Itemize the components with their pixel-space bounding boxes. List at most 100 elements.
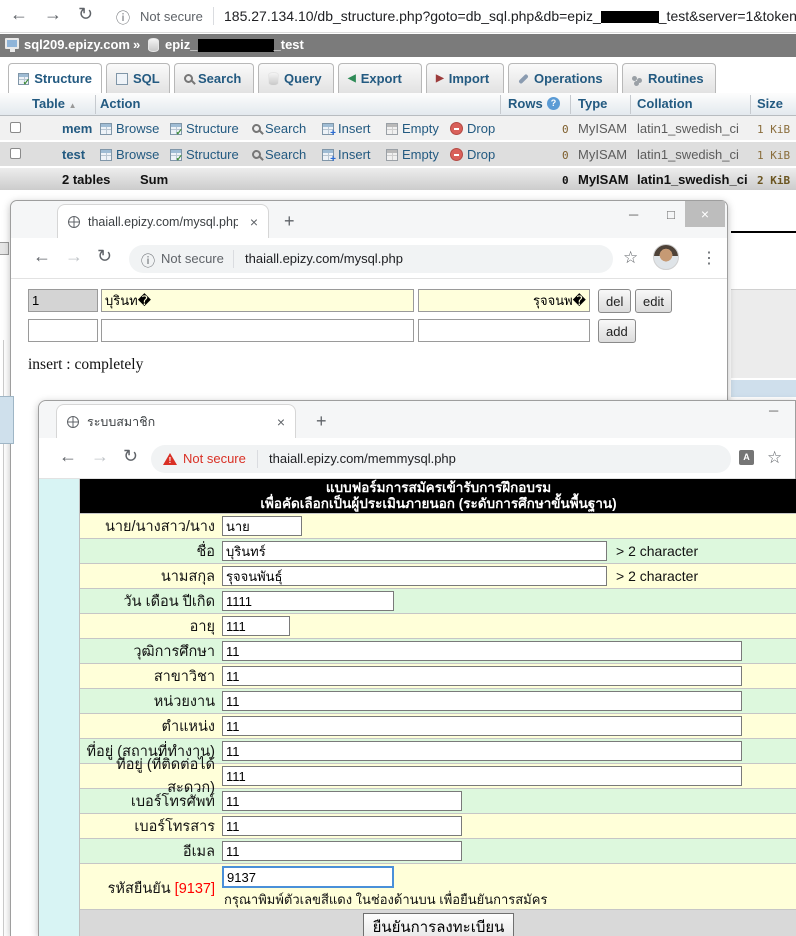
tab-export[interactable]: ◀Export [338, 63, 422, 93]
header-collation[interactable]: Collation [637, 96, 693, 111]
title-field[interactable] [222, 516, 302, 536]
structure-link[interactable]: Structure [170, 121, 239, 136]
browser-tab[interactable]: thaiall.epizy.com/mysql.php × [57, 204, 269, 238]
back-icon[interactable]: ← [33, 246, 51, 267]
fax-field[interactable] [222, 816, 462, 836]
record-surname-field[interactable] [418, 289, 590, 312]
drop-link[interactable]: Drop [450, 121, 495, 136]
url-text[interactable]: thaiall.epizy.com/memmysql.php [269, 451, 456, 466]
collation[interactable]: latin1_swedish_ci [637, 147, 739, 162]
table-size: 1 KiB [757, 149, 790, 162]
window-close-button[interactable]: × [685, 201, 725, 227]
menu-dots-icon[interactable]: ⋮ [701, 248, 717, 268]
header-size[interactable]: Size [757, 96, 783, 111]
url-text[interactable]: 185.27.134.10/db_structure.php?goto=db_s… [224, 8, 796, 24]
translate-icon[interactable]: A [739, 450, 754, 465]
tab-strip: thaiall.epizy.com/mysql.php × + ─ □ × [11, 201, 727, 238]
not-secure-label[interactable]: Not secure [161, 251, 224, 266]
tab-query[interactable]: Query [258, 63, 334, 93]
record-name-field[interactable] [101, 289, 414, 312]
reload-icon[interactable]: ↻ [123, 446, 138, 467]
new-name-field[interactable] [101, 319, 414, 342]
forward-icon[interactable]: → [65, 246, 83, 267]
browser-tab[interactable]: ระบบสมาชิก × [56, 404, 296, 438]
tab-close-icon[interactable]: × [250, 214, 258, 230]
table-name-link[interactable]: mem [62, 121, 92, 136]
tab-close-icon[interactable]: × [277, 414, 285, 430]
url-text[interactable]: thaiall.epizy.com/mysql.php [245, 251, 403, 266]
tab-sql[interactable]: SQL [106, 63, 170, 93]
organization-field[interactable] [222, 691, 742, 711]
header-table[interactable]: Table ▲ [32, 96, 77, 111]
major-field[interactable] [222, 666, 742, 686]
help-icon[interactable]: ? [547, 97, 560, 110]
profile-avatar[interactable] [653, 244, 679, 270]
empty-link[interactable]: Empty [386, 147, 439, 162]
contact-address-field[interactable] [222, 766, 742, 786]
drop-link[interactable]: Drop [450, 147, 495, 162]
minimize-button[interactable]: ─ [629, 207, 638, 222]
tab-search[interactable]: Search [174, 63, 254, 93]
insert-link[interactable]: Insert [322, 147, 371, 162]
reload-icon[interactable]: ↻ [97, 246, 112, 267]
header-type[interactable]: Type [578, 96, 607, 111]
edit-button[interactable]: edit [635, 289, 672, 313]
column-divider [630, 95, 631, 114]
birthdate-field[interactable] [222, 591, 394, 611]
add-button[interactable]: add [598, 319, 636, 343]
row-checkbox[interactable] [10, 122, 21, 133]
age-field[interactable] [222, 616, 290, 636]
verify-code-field[interactable] [222, 866, 394, 888]
table-row: mem Browse Structure Search Insert Empty… [0, 116, 796, 141]
not-secure-label[interactable]: Not secure [183, 451, 246, 466]
url-pill[interactable]: ⓘ Not secure thaiall.epizy.com/mysql.php [129, 245, 613, 273]
minimize-button[interactable]: ─ [769, 403, 778, 418]
new-tab-button[interactable]: + [284, 211, 295, 232]
forward-icon[interactable]: → [44, 4, 62, 25]
delete-button[interactable]: del [598, 289, 631, 313]
breadcrumb-server[interactable]: sql209.epizy.com [24, 37, 130, 52]
back-icon[interactable]: ← [59, 446, 77, 467]
submit-button[interactable]: ยืนยันการลงทะเบียน [363, 913, 515, 936]
url-pill[interactable]: ! Not secure thaiall.epizy.com/memmysql.… [151, 445, 731, 473]
back-icon[interactable]: ← [10, 4, 28, 25]
phone-field[interactable] [222, 791, 462, 811]
browse-link[interactable]: Browse [100, 121, 159, 136]
info-icon[interactable]: ⓘ [116, 8, 130, 28]
tab-import[interactable]: ▶Import [426, 63, 504, 93]
education-field[interactable] [222, 641, 742, 661]
reload-icon[interactable]: ↻ [78, 4, 93, 25]
new-id-field[interactable] [28, 319, 98, 342]
verify-label-text: รหัสยืนยัน [108, 881, 171, 897]
new-surname-field[interactable] [418, 319, 590, 342]
bookmark-star-icon[interactable]: ☆ [767, 448, 782, 468]
breadcrumb-database[interactable]: epiz__test [165, 37, 304, 52]
structure-link[interactable]: Structure [170, 147, 239, 162]
tab-routines[interactable]: Routines [622, 63, 716, 93]
position-field[interactable] [222, 716, 742, 736]
globe-icon [67, 416, 79, 428]
record-id-field[interactable] [28, 289, 98, 312]
search-link[interactable]: Search [252, 147, 306, 162]
last-name-field[interactable] [222, 566, 607, 586]
tab-structure[interactable]: Structure [8, 63, 102, 93]
info-icon[interactable]: ⓘ [141, 251, 155, 271]
new-tab-button[interactable]: + [316, 411, 327, 432]
print-view-icon[interactable] [0, 242, 9, 255]
tab-operations[interactable]: Operations [508, 63, 618, 93]
table-name-link[interactable]: test [62, 147, 85, 162]
maximize-button[interactable]: □ [667, 207, 675, 222]
collation[interactable]: latin1_swedish_ci [637, 121, 739, 136]
header-rows[interactable]: Rows [508, 96, 543, 111]
work-address-field[interactable] [222, 741, 742, 761]
not-secure-label[interactable]: Not secure [140, 9, 203, 24]
first-name-field[interactable] [222, 541, 607, 561]
row-checkbox[interactable] [10, 148, 21, 159]
search-link[interactable]: Search [252, 121, 306, 136]
empty-link[interactable]: Empty [386, 121, 439, 136]
bookmark-star-icon[interactable]: ☆ [623, 248, 638, 268]
insert-link[interactable]: Insert [322, 121, 371, 136]
browse-link[interactable]: Browse [100, 147, 159, 162]
forward-icon[interactable]: → [91, 446, 109, 467]
email-field[interactable] [222, 841, 462, 861]
